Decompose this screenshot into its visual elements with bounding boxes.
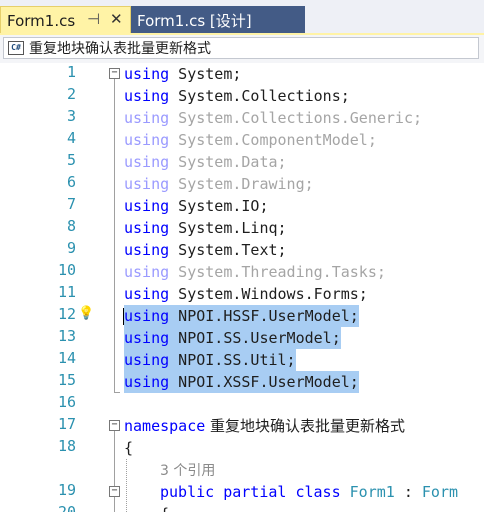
code-line: using System.ComponentModel; (124, 131, 377, 149)
line-number-margin: 1 2 3 4 5 6 7 8 9 10 11 12 13 14 15 16 1… (0, 63, 76, 512)
text-caret (123, 308, 124, 325)
code-line-selected: using NPOI.HSSF.UserModel; (124, 305, 359, 327)
line-number: 9 (66, 239, 76, 257)
project-dropdown[interactable]: C# 重复地块确认表批量更新格式 (3, 37, 479, 59)
code-line: public partial class Form1 : Form (160, 483, 459, 501)
code-line-selected: using NPOI.XSSF.UserModel; (124, 371, 359, 393)
code-line: { (160, 503, 169, 512)
navigation-bar: C# 重复地块确认表批量更新格式 (0, 35, 484, 64)
line-number: 3 (66, 107, 76, 125)
code-line: using System.Collections.Generic; (124, 109, 423, 127)
line-number: 6 (66, 173, 76, 191)
tab-label: Form1.cs (7, 11, 76, 30)
line-number: 15 (57, 371, 76, 389)
code-editor[interactable]: 1 2 3 4 5 6 7 8 9 10 11 12 13 14 15 16 1… (0, 63, 484, 512)
fold-guide-line (114, 431, 115, 512)
line-number: 13 (57, 327, 76, 345)
tab-label: Form1.cs [设计] (137, 11, 252, 30)
collapse-icon[interactable]: − (109, 486, 120, 497)
code-line: { (124, 439, 134, 457)
document-tab-strip: Form1.cs ⊣ ✕ Form1.cs [设计] (0, 0, 484, 35)
line-number: 7 (66, 195, 76, 213)
tab-form1-designer[interactable]: Form1.cs [设计] (131, 6, 305, 34)
line-number: 5 (66, 151, 76, 169)
indent-guide (126, 459, 127, 512)
code-line: using System.Drawing; (124, 175, 314, 193)
codelens-references[interactable]: 3 个引用 (160, 459, 215, 481)
line-number: 12 (57, 305, 76, 323)
fold-guide-line (114, 79, 115, 392)
code-line: using System.Data; (124, 153, 287, 171)
fold-guide-end (114, 392, 120, 393)
code-line: using System.Collections; (124, 87, 350, 105)
code-line: using System.IO; (124, 197, 269, 215)
code-line: using System; (124, 65, 242, 83)
lightbulb-icon[interactable]: 💡 (78, 306, 94, 322)
code-line-selected: using NPOI.SS.Util; (124, 349, 296, 371)
code-line: using System.Threading.Tasks; (124, 263, 386, 281)
pin-icon[interactable]: ⊣ (87, 10, 100, 28)
code-line-selected: using NPOI.SS.UserModel; (124, 327, 341, 349)
line-number: 16 (57, 393, 76, 411)
close-icon[interactable]: ✕ (110, 10, 123, 28)
line-number: 20 (57, 503, 76, 512)
line-number: 14 (57, 349, 76, 367)
line-number: 1 (66, 63, 76, 81)
code-line: namespace 重复地块确认表批量更新格式 (124, 417, 406, 435)
line-number: 10 (57, 261, 76, 279)
code-line: using System.Text; (124, 241, 287, 259)
code-line: using System.Linq; (124, 219, 287, 237)
line-number: 11 (57, 283, 76, 301)
collapse-icon[interactable]: − (109, 68, 120, 79)
tab-form1-cs[interactable]: Form1.cs ⊣ ✕ (0, 6, 131, 34)
namespace-label: 重复地块确认表批量更新格式 (29, 41, 211, 57)
line-number: 18 (57, 437, 76, 455)
code-line: using System.Windows.Forms; (124, 285, 368, 303)
line-number: 4 (66, 129, 76, 147)
line-number: 2 (66, 85, 76, 103)
line-number: 19 (57, 481, 76, 499)
line-number: 17 (57, 415, 76, 433)
csharp-file-icon: C# (8, 41, 24, 55)
line-number: 8 (66, 217, 76, 235)
collapse-icon[interactable]: − (109, 420, 120, 431)
